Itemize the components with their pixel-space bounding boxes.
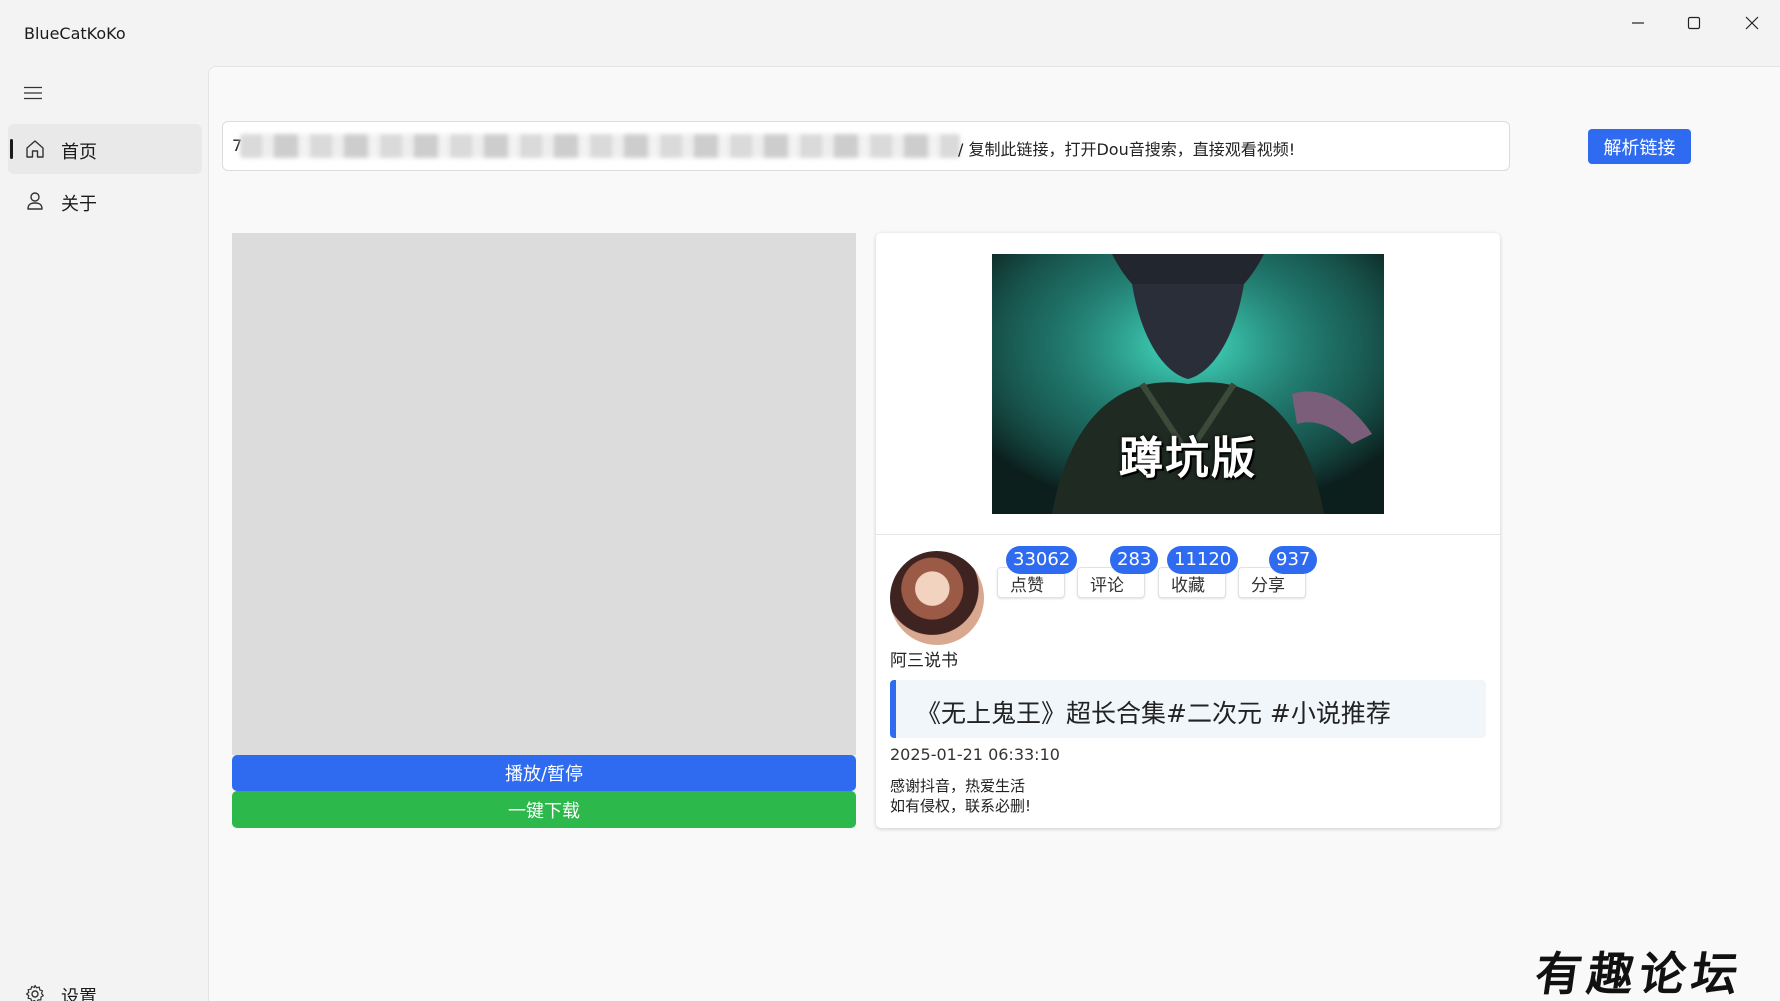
like-count-badge: 33062: [1006, 546, 1078, 574]
title-bar: BlueCatKoKo: [0, 0, 1780, 66]
comment-count-button[interactable]: 283 评论: [1077, 546, 1159, 598]
active-indicator: [10, 139, 13, 159]
publish-date: 2025-01-21 06:33:10: [890, 745, 1060, 764]
parse-link-button[interactable]: 解析链接: [1588, 129, 1691, 164]
minimize-icon: [1632, 22, 1644, 24]
video-cover-image: 蹲坑版: [992, 254, 1384, 514]
author-avatar: [890, 551, 984, 645]
like-count-button[interactable]: 33062 点赞: [997, 546, 1078, 598]
divider: [876, 534, 1500, 535]
hamburger-icon: [24, 86, 42, 100]
favorite-count-button[interactable]: 11120 收藏: [1158, 546, 1239, 598]
download-button[interactable]: 一键下载: [232, 791, 856, 828]
video-title: 《无上鬼王》超长合集#二次元 #小说推荐: [916, 699, 1391, 728]
comment-count-badge: 283: [1110, 546, 1159, 574]
sidebar-item-settings[interactable]: 设置: [8, 969, 202, 1001]
person-icon: [27, 192, 43, 210]
video-description-line: 感谢抖音，热爱生活: [890, 777, 1026, 795]
sidebar-item-label: 关于: [61, 194, 97, 215]
redacted-link-text: [240, 134, 960, 158]
maximize-icon: [1687, 16, 1701, 30]
gear-icon: [25, 984, 44, 1001]
share-count-badge: 937: [1269, 546, 1318, 574]
minimize-button[interactable]: [1614, 8, 1662, 38]
link-text-visible: / 复制此链接，打开Dou音搜索，直接观看视频!: [958, 140, 1296, 159]
share-count-button[interactable]: 937 分享: [1238, 546, 1318, 598]
sidebar-item-label: 首页: [61, 142, 97, 163]
close-icon: [1745, 16, 1759, 30]
share-label: 分享: [1251, 576, 1285, 596]
app-title: BlueCatKoKo: [24, 24, 126, 43]
author-name: 阿三说书: [890, 651, 958, 671]
video-player[interactable]: [232, 233, 856, 755]
video-description-line: 如有侵权，联系必删!: [890, 797, 1032, 815]
sidebar-item-home[interactable]: 首页: [8, 124, 202, 174]
close-button[interactable]: [1728, 8, 1776, 38]
like-label: 点赞: [1010, 576, 1044, 596]
navigation-sidebar: 首页 关于 设置: [0, 66, 208, 1001]
sidebar-item-about[interactable]: 关于: [8, 176, 202, 226]
home-icon: [26, 140, 44, 158]
video-info-card: 蹲坑版 阿三说书 33062 点赞 283 评论 11120 收藏 937 分享…: [876, 233, 1500, 828]
forum-watermark: 有趣论坛: [1531, 947, 1748, 1001]
video-title-box: 《无上鬼王》超长合集#二次元 #小说推荐: [890, 680, 1486, 738]
play-pause-button[interactable]: 播放/暂停: [232, 755, 856, 791]
sidebar-item-label: 设置: [61, 987, 97, 1001]
menu-toggle-button[interactable]: [20, 80, 46, 106]
cover-caption: 蹲坑版: [1119, 433, 1257, 484]
maximize-button[interactable]: [1670, 8, 1718, 38]
comment-label: 评论: [1090, 576, 1124, 596]
favorite-label: 收藏: [1171, 576, 1205, 596]
favorite-count-badge: 11120: [1167, 546, 1239, 574]
